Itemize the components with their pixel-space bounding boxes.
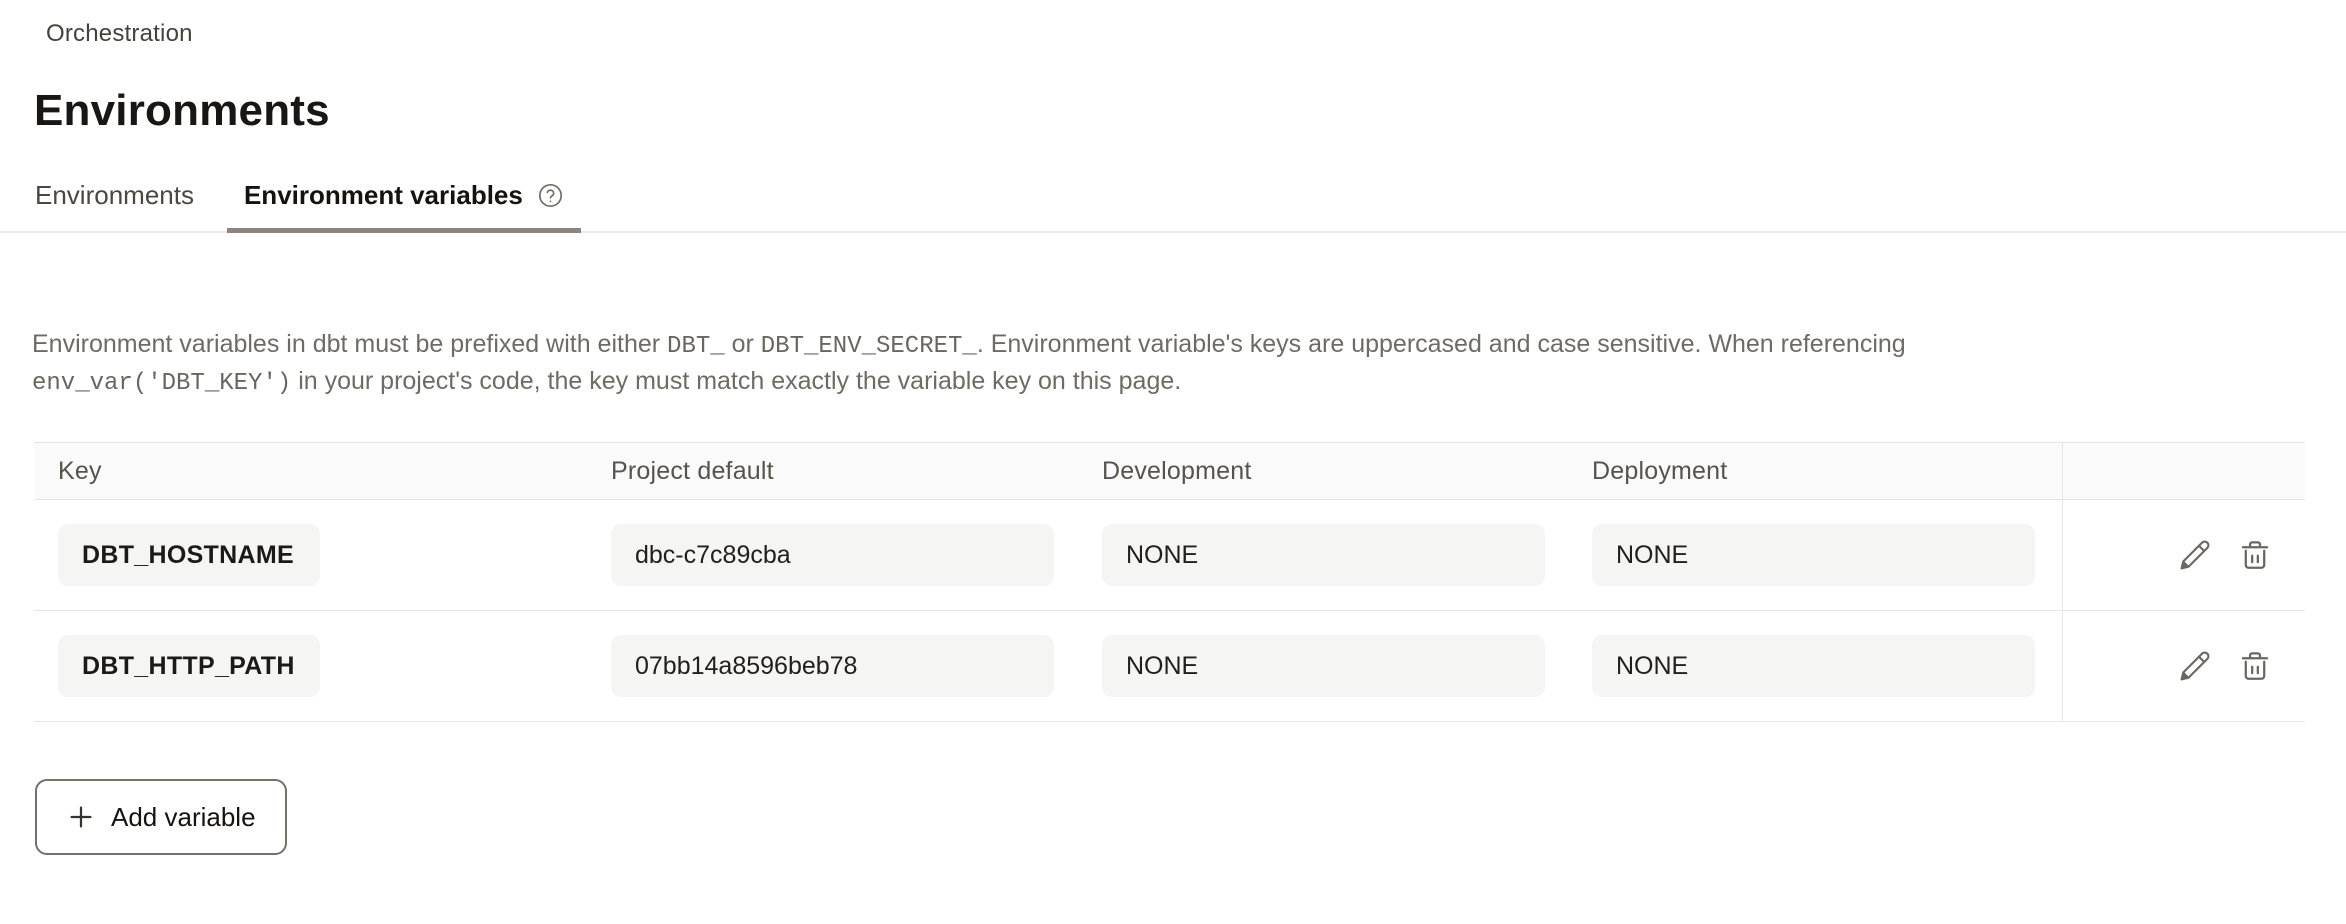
row-actions [2062, 611, 2305, 721]
project-default-cell: 07bb14a8596beb78 [587, 635, 1078, 697]
delete-variable-button[interactable] [2237, 537, 2273, 573]
pencil-icon [2178, 538, 2212, 572]
development-cell: NONE [1078, 635, 1568, 697]
description-code: env_var('DBT_KEY') [32, 370, 291, 397]
column-header-key: Key [34, 457, 587, 486]
variable-key-chip: DBT_HOSTNAME [58, 524, 320, 586]
page-description: Environment variables in dbt must be pre… [32, 327, 2122, 401]
edit-variable-button[interactable] [2177, 648, 2213, 684]
environment-variables-table: Key Project default Development Deployme… [34, 442, 2305, 722]
deployment-value-chip: NONE [1592, 524, 2035, 586]
add-variable-label: Add variable [111, 802, 256, 833]
page-title: Environments [34, 86, 330, 136]
plus-icon [66, 802, 96, 832]
tab-environments[interactable]: Environments [18, 180, 211, 233]
deployment-cell: NONE [1568, 524, 2062, 586]
key-cell: DBT_HTTP_PATH [34, 635, 587, 697]
trash-icon [2238, 649, 2272, 683]
delete-variable-button[interactable] [2237, 648, 2273, 684]
development-value-chip: NONE [1102, 635, 1545, 697]
tab-environment-variables[interactable]: Environment variables [227, 180, 581, 233]
variable-key-chip: DBT_HTTP_PATH [58, 635, 320, 697]
table-row: DBT_HTTP_PATH 07bb14a8596beb78 NONE NONE [34, 611, 2305, 722]
description-code: DBT_ENV_SECRET_ [761, 333, 977, 360]
table-row: DBT_HOSTNAME dbc-c7c89cba NONE NONE [34, 500, 2305, 611]
description-text: . Environment variable's keys are upperc… [977, 330, 1906, 358]
column-header-actions [2062, 443, 2305, 499]
tab-bar: Environments Environment variables [0, 180, 2346, 233]
description-text: Environment variables in dbt must be pre… [32, 330, 667, 358]
breadcrumb: Orchestration [46, 20, 193, 48]
row-actions [2062, 500, 2305, 610]
table-header-row: Key Project default Development Deployme… [34, 442, 2305, 500]
tab-environment-variables-label: Environment variables [244, 180, 523, 210]
description-text: or [725, 330, 761, 358]
column-header-project-default: Project default [587, 457, 1078, 486]
pencil-icon [2178, 649, 2212, 683]
description-code: DBT_ [667, 333, 725, 360]
development-cell: NONE [1078, 524, 1568, 586]
development-value-chip: NONE [1102, 524, 1545, 586]
edit-variable-button[interactable] [2177, 537, 2213, 573]
deployment-cell: NONE [1568, 635, 2062, 697]
key-cell: DBT_HOSTNAME [34, 524, 587, 586]
project-default-cell: dbc-c7c89cba [587, 524, 1078, 586]
project-default-value-chip: 07bb14a8596beb78 [611, 635, 1054, 697]
deployment-value-chip: NONE [1592, 635, 2035, 697]
tab-environments-label: Environments [35, 180, 194, 210]
column-header-development: Development [1078, 457, 1568, 486]
column-header-deployment: Deployment [1568, 457, 2062, 486]
trash-icon [2238, 538, 2272, 572]
description-text: in your project's code, the key must mat… [291, 367, 1181, 395]
help-icon[interactable] [537, 182, 564, 209]
project-default-value-chip: dbc-c7c89cba [611, 524, 1054, 586]
add-variable-button[interactable]: Add variable [35, 779, 287, 855]
